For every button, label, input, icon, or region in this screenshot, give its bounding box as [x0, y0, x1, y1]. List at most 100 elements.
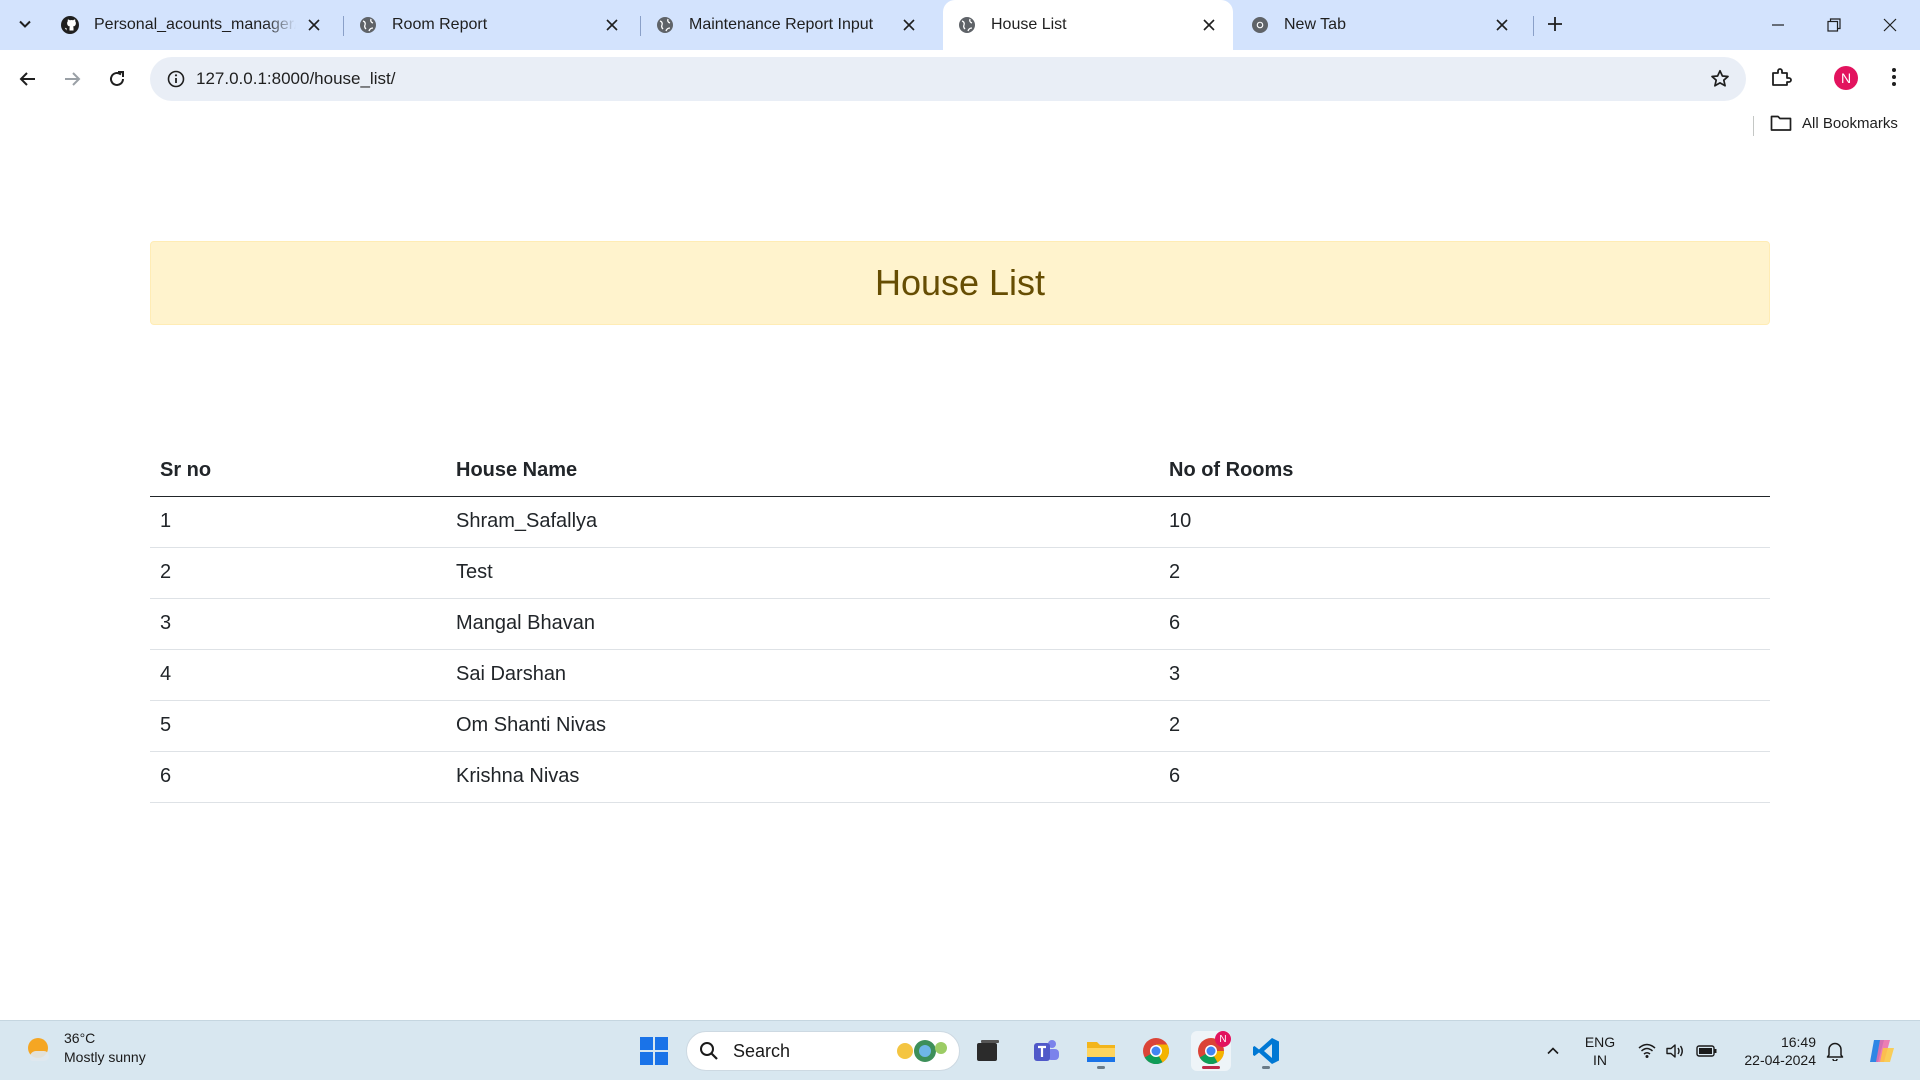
tab-strip: Personal_acounts_manager/ap Room Report … — [0, 0, 1920, 50]
close-icon[interactable] — [304, 15, 324, 35]
tab-title: Room Report — [392, 16, 488, 33]
cell-no-of-rooms: 3 — [1159, 649, 1770, 701]
language-code: ENG — [1584, 1034, 1616, 1050]
extensions-button[interactable] — [1766, 62, 1796, 92]
teams-button[interactable] — [1026, 1031, 1066, 1071]
chrome-profile-button[interactable]: N — [1191, 1031, 1231, 1071]
bell-icon — [1826, 1042, 1844, 1061]
back-button[interactable] — [11, 62, 45, 96]
cell-house-name: Om Shanti Nivas — [446, 700, 1159, 752]
tab-github[interactable]: Personal_acounts_manager/ap — [46, 8, 338, 42]
profile-avatar[interactable]: N — [1834, 66, 1858, 90]
column-header-sr-no: Sr no — [150, 446, 446, 497]
running-indicator — [1097, 1066, 1105, 1069]
cell-sr-no: 2 — [150, 547, 446, 599]
show-hidden-icons-button[interactable] — [1538, 1021, 1568, 1080]
reload-button[interactable] — [100, 62, 134, 96]
vscode-button[interactable] — [1246, 1031, 1286, 1071]
chrome-button[interactable] — [1136, 1031, 1176, 1071]
clock-date: 22-04-2024 — [1744, 1052, 1816, 1068]
teams-icon — [1034, 1040, 1059, 1061]
forward-button[interactable] — [55, 62, 89, 96]
table-row: 1 Shram_Safallya 10 — [150, 496, 1770, 548]
cell-house-name: Krishna Nivas — [446, 751, 1159, 803]
all-bookmarks-button[interactable]: All Bookmarks — [1770, 114, 1898, 132]
weather-temperature: 36°C — [64, 1030, 96, 1046]
tab-title: House List — [991, 16, 1067, 33]
table-row: 6 Krishna Nivas 6 — [150, 751, 1770, 803]
puzzle-icon — [1772, 68, 1792, 86]
tab-title: New Tab — [1284, 16, 1346, 33]
all-bookmarks-label: All Bookmarks — [1802, 114, 1898, 132]
task-view-button[interactable] — [968, 1031, 1008, 1071]
system-clock[interactable]: 16:49 22-04-2024 — [1732, 1033, 1816, 1069]
close-icon[interactable] — [1492, 15, 1512, 35]
tab-new-tab[interactable]: New Tab — [1236, 8, 1526, 42]
close-window-button[interactable] — [1862, 0, 1918, 50]
site-info-icon[interactable] — [164, 67, 188, 91]
cell-no-of-rooms: 6 — [1159, 598, 1770, 650]
chrome-icon — [1250, 15, 1270, 35]
language-indicator[interactable]: ENG IN — [1582, 1033, 1618, 1069]
wifi-status[interactable] — [1636, 1021, 1658, 1080]
cell-house-name: Mangal Bhavan — [446, 598, 1159, 650]
vscode-icon — [1253, 1038, 1279, 1064]
folder-icon — [1087, 1042, 1115, 1062]
arrow-left-icon — [19, 72, 35, 86]
minimize-button[interactable] — [1750, 0, 1806, 50]
new-tab-button[interactable] — [1541, 10, 1569, 38]
bookmark-star-icon[interactable] — [1708, 67, 1732, 91]
cell-sr-no: 6 — [150, 751, 446, 803]
tab-title: Maintenance Report Input — [689, 16, 874, 33]
chevron-up-icon — [1547, 1047, 1559, 1055]
file-explorer-button[interactable] — [1081, 1031, 1121, 1071]
table-row: 2 Test 2 — [150, 547, 1770, 599]
taskbar: 36°C Mostly sunny Search N ENG IN 16:49 … — [0, 1020, 1920, 1080]
reload-icon — [110, 71, 124, 86]
tab-search-button[interactable] — [10, 9, 40, 39]
speaker-icon — [1666, 1044, 1683, 1058]
copilot-icon — [1870, 1040, 1894, 1062]
globe-icon — [957, 15, 977, 35]
restore-button[interactable] — [1806, 0, 1862, 50]
cell-no-of-rooms: 6 — [1159, 751, 1770, 803]
notifications-button[interactable] — [1822, 1021, 1848, 1080]
column-header-house-name: House Name — [446, 446, 1159, 497]
cell-sr-no: 5 — [150, 700, 446, 752]
arrow-right-icon — [65, 72, 81, 86]
running-indicator — [1202, 1066, 1220, 1069]
url-text[interactable]: 127.0.0.1:8000/house_list/ — [196, 69, 395, 89]
start-button[interactable] — [634, 1031, 674, 1071]
table-row: 5 Om Shanti Nivas 2 — [150, 700, 1770, 752]
browser-toolbar: 127.0.0.1:8000/house_list/ — [0, 50, 1920, 108]
battery-status[interactable] — [1694, 1021, 1720, 1080]
search-icon — [700, 1042, 718, 1060]
copilot-button[interactable] — [1862, 1021, 1900, 1080]
tab-house-list[interactable]: House List — [943, 0, 1233, 50]
tab-separator — [1533, 16, 1534, 36]
taskbar-search[interactable]: Search — [686, 1031, 960, 1071]
chrome-icon — [1143, 1038, 1170, 1065]
browser-menu-button[interactable] — [1880, 62, 1908, 92]
clock-time: 16:49 — [1780, 1034, 1816, 1050]
address-bar[interactable]: 127.0.0.1:8000/house_list/ — [150, 57, 1746, 101]
table-row: 3 Mangal Bhavan 6 — [150, 598, 1770, 650]
close-icon[interactable] — [602, 15, 622, 35]
tab-maintenance-report[interactable]: Maintenance Report Input — [641, 8, 933, 42]
cell-sr-no: 3 — [150, 598, 446, 650]
close-icon[interactable] — [1199, 15, 1219, 35]
chrome-profile-badge: N — [1215, 1031, 1231, 1047]
task-view-icon — [977, 1040, 999, 1061]
tab-room-report[interactable]: Room Report — [344, 8, 636, 42]
tab-title: Personal_acounts_manager/ap — [94, 16, 296, 33]
weather-condition: Mostly sunny — [64, 1049, 146, 1065]
chevron-down-icon — [19, 20, 31, 28]
cell-no-of-rooms: 10 — [1159, 496, 1770, 548]
close-icon[interactable] — [899, 15, 919, 35]
volume-status[interactable] — [1664, 1021, 1686, 1080]
running-indicator — [1262, 1066, 1270, 1069]
search-highlight-icon — [897, 1040, 947, 1062]
table-row: 4 Sai Darshan 3 — [150, 649, 1770, 701]
globe-icon — [655, 15, 675, 35]
weather-widget[interactable]: 36°C Mostly sunny — [24, 1029, 146, 1067]
